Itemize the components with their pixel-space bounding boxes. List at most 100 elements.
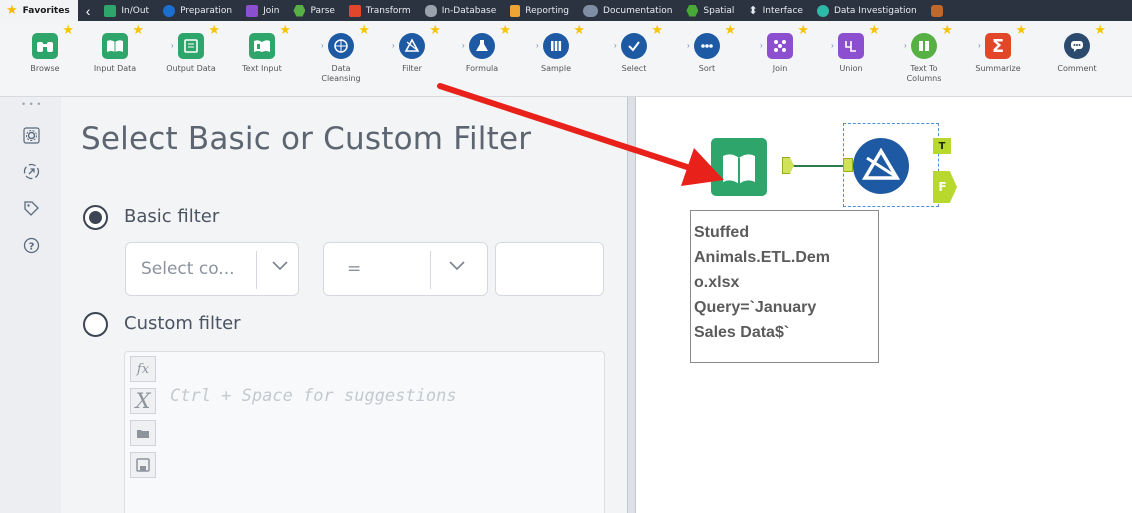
tab-overflow[interactable] [925, 0, 951, 21]
tool-formula[interactable]: › ★ Formula [452, 21, 512, 97]
tab-label: Documentation [603, 5, 673, 16]
filter-prism-icon [861, 147, 901, 180]
tool-summarize[interactable]: › Σ ★ Summarize [968, 21, 1028, 97]
arrow-in-icon: › [321, 41, 324, 50]
arrow-in-icon: › [760, 41, 763, 50]
save-icon[interactable] [130, 452, 156, 478]
column-select[interactable]: Select co... [125, 242, 299, 296]
tool-comment[interactable]: ★ Comment [1047, 21, 1107, 97]
tool-output-data[interactable]: › ★ Output Data [161, 21, 221, 97]
tool-text-to-columns[interactable]: › ★ Text To Columns [894, 21, 954, 97]
value-input[interactable] [495, 242, 604, 296]
arrow-in-icon: › [462, 41, 465, 50]
expression-editor[interactable]: fx X Ctrl + Space for suggestions [124, 351, 605, 513]
tab-reporting[interactable]: Reporting [504, 0, 577, 21]
output-anchor[interactable] [782, 157, 794, 174]
tool-data-cleansing[interactable]: › ★ Data Cleansing [311, 21, 371, 97]
tool-label: Data Cleansing [321, 64, 361, 83]
tab-join[interactable]: Join [240, 0, 287, 21]
tab-in-database[interactable]: In-Database [419, 0, 505, 21]
filter-tool-node[interactable] [853, 138, 909, 194]
input-data-tool-node[interactable] [711, 138, 767, 196]
tool-label: Filter [402, 64, 422, 73]
variable-button[interactable]: X [130, 388, 156, 414]
chevron-down-icon [272, 261, 288, 271]
tool-sort[interactable]: › ★ Sort [677, 21, 737, 97]
tool-label: Browse [30, 64, 60, 73]
false-output-anchor[interactable]: F [933, 171, 957, 203]
editor-placeholder: Ctrl + Space for suggestions [170, 386, 457, 406]
panel-splitter[interactable] [627, 97, 636, 513]
arrow-in-icon: › [831, 41, 834, 50]
arrow-in-icon: › [171, 41, 174, 50]
open-folder-icon[interactable] [130, 420, 156, 446]
tab-label: Spatial [703, 5, 735, 16]
star-icon: ★ [429, 22, 441, 37]
filter-prism-icon: › ★ [392, 22, 441, 59]
true-output-anchor[interactable]: T [933, 138, 951, 154]
star-icon: ★ [724, 22, 736, 37]
tool-label: Text To Columns [906, 64, 942, 83]
tab-preparation[interactable]: Preparation [157, 0, 240, 21]
annotation-line: Query=`January [694, 299, 817, 316]
tool-annotation: Stuffed Animals.ETL.Dem o.xlsx Query=`Ja… [690, 210, 879, 363]
input-anchor[interactable] [843, 158, 853, 172]
tool-label: Union [839, 64, 863, 73]
tab-in-out[interactable]: In/Out [98, 0, 157, 21]
star-icon: ★ [797, 22, 809, 37]
tool-sample[interactable]: › ★ Sample [526, 21, 586, 97]
tool-category-bar: ★ Favorites ‹ In/Out Preparation Join Pa… [0, 0, 1132, 21]
tool-select[interactable]: › ★ Select [604, 21, 664, 97]
annotation-line: Animals.ETL.Dem [694, 249, 831, 266]
tab-data-investigation[interactable]: Data Investigation [811, 0, 925, 21]
gear-icon[interactable] [23, 127, 40, 144]
book-icon [723, 154, 755, 184]
arrow-in-icon: › [978, 41, 981, 50]
circle-icon [163, 4, 176, 17]
tool-union[interactable]: › ★ Union [821, 21, 881, 97]
tab-documentation[interactable]: Documentation [577, 0, 680, 21]
tool-browse[interactable]: ★ Browse [15, 21, 75, 97]
drag-handle-icon[interactable]: • • • [22, 99, 41, 109]
book-icon: ★ [249, 22, 291, 59]
globe-icon [686, 4, 699, 17]
function-button[interactable]: fx [130, 356, 156, 382]
folder-icon [104, 4, 117, 17]
arrow-in-icon: › [536, 41, 539, 50]
tab-transform[interactable]: Transform [343, 0, 419, 21]
tool-label: Output Data [166, 64, 216, 73]
star-icon: ★ [573, 22, 585, 37]
tool-text-input[interactable]: ★ Text Input [232, 21, 292, 97]
star-icon: ★ [941, 22, 953, 37]
tab-favorites[interactable]: ★ Favorites [0, 0, 78, 21]
scroll-left-icon[interactable]: ‹ [78, 3, 99, 19]
tool-palette: ★ Browse ★ Input Data › ★ Output Data ★ … [0, 21, 1132, 97]
connection-line[interactable] [794, 165, 843, 167]
column-select-value: Select co... [141, 259, 235, 279]
tool-filter[interactable]: › ★ Filter [382, 21, 442, 97]
tool-label: Comment [1057, 64, 1097, 73]
star-icon: ★ [62, 22, 74, 37]
operator-select[interactable]: = [323, 242, 488, 296]
tab-spatial[interactable]: Spatial [680, 0, 742, 21]
speech-bubble-icon: ★ [1064, 22, 1106, 59]
square-icon [348, 4, 361, 17]
tab-parse[interactable]: Parse [287, 0, 342, 21]
workflow-canvas[interactable]: T F Stuffed Animals.ETL.Dem o.xlsx Query… [636, 97, 1132, 513]
tool-label: Text Input [242, 64, 282, 73]
help-icon[interactable]: ? [23, 237, 40, 254]
basic-filter-radio[interactable] [83, 205, 108, 230]
connection-arrow-icon[interactable] [23, 163, 40, 180]
tab-interface[interactable]: ⬍ Interface [742, 0, 811, 21]
tab-label: Join [263, 5, 280, 16]
tool-join[interactable]: › ★ Join [750, 21, 810, 97]
tab-label: In/Out [121, 5, 150, 16]
columns-icon: › ★ [536, 22, 585, 59]
tool-input-data[interactable]: ★ Input Data [85, 21, 145, 97]
tag-icon[interactable] [23, 200, 40, 217]
tab-label: Favorites [22, 5, 70, 16]
custom-filter-radio[interactable] [83, 312, 108, 337]
star-icon: ★ [132, 22, 144, 37]
flask-icon: › ★ [462, 22, 511, 59]
globe-grid-icon: › ★ [321, 22, 370, 59]
